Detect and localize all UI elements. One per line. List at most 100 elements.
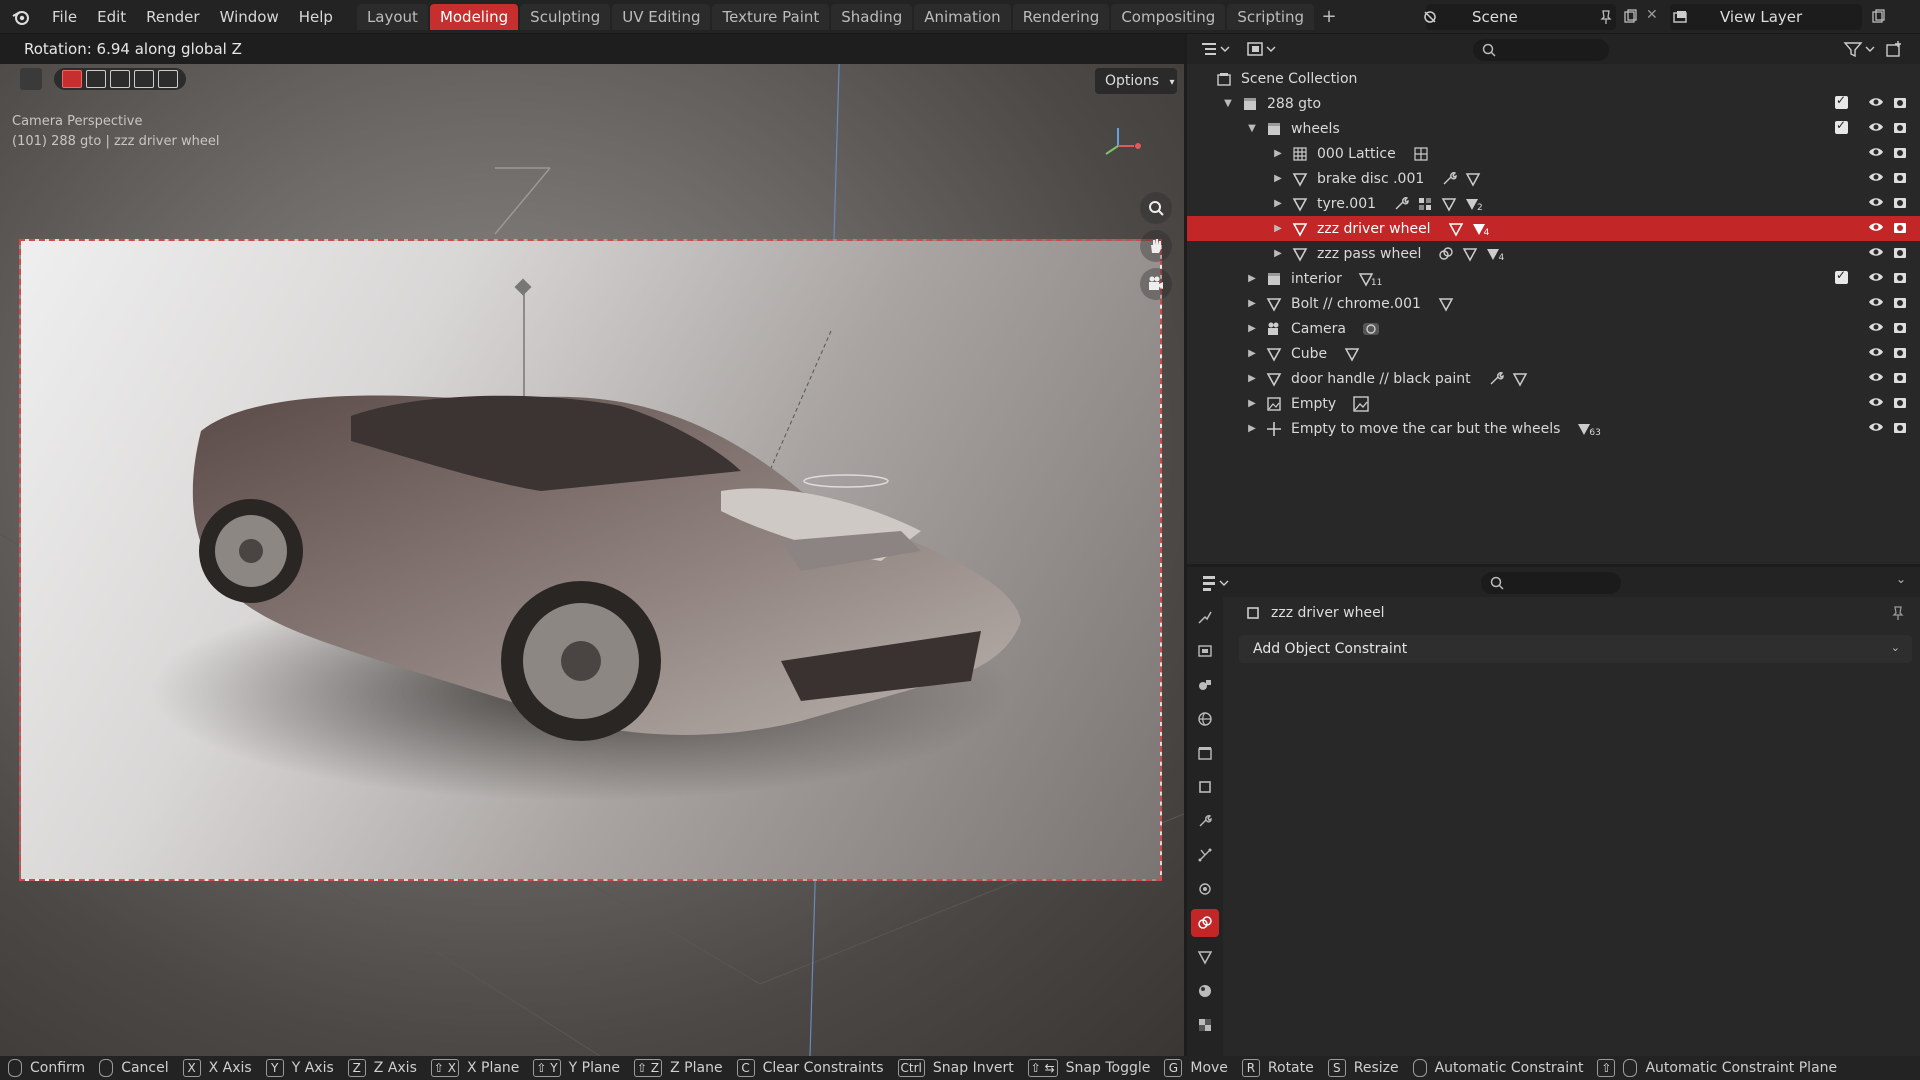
menu-file[interactable]: File [42, 0, 87, 34]
eye-icon[interactable] [1868, 344, 1884, 360]
eye-icon[interactable] [1868, 169, 1884, 185]
editor-type-icon[interactable] [1201, 574, 1231, 592]
expand-arrow-icon[interactable]: ▶ [1271, 173, 1285, 184]
mesh-children-icon[interactable]: 11 [1358, 270, 1382, 288]
display-mode-icon[interactable] [1247, 41, 1277, 57]
expand-arrow-icon[interactable]: ▶ [1271, 248, 1285, 259]
expand-arrow-icon[interactable]: ▶ [1245, 323, 1259, 334]
eye-icon[interactable] [1868, 219, 1884, 235]
expand-arrow-icon[interactable]: ▶ [1271, 223, 1285, 234]
menu-edit[interactable]: Edit [87, 0, 136, 34]
menu-help[interactable]: Help [289, 0, 343, 34]
add-workspace-button[interactable]: + [1318, 6, 1340, 28]
render-camera-icon[interactable] [1892, 369, 1908, 385]
outliner-row-288-gto[interactable]: ▼ 288 gto [1187, 91, 1920, 116]
expand-arrow-icon[interactable]: ▶ [1271, 198, 1285, 209]
tab-output[interactable] [1191, 671, 1219, 699]
expand-arrow-icon[interactable]: ▶ [1245, 273, 1259, 284]
expand-arrow-icon[interactable]: ▶ [1245, 398, 1259, 409]
tab-sculpting[interactable]: Sculpting [520, 3, 611, 30]
outliner-row-tyre[interactable]: ▶ tyre.001 2 [1187, 191, 1920, 216]
mesh-children-icon[interactable]: 63 [1576, 420, 1601, 438]
eye-icon[interactable] [1868, 269, 1884, 285]
3d-viewport[interactable]: Rotation: 6.94 along global Z Options ▾ … [0, 34, 1184, 1056]
collapse-arrow-icon[interactable]: ▼ [1245, 123, 1259, 134]
close-scene-icon[interactable]: ✕ [1646, 7, 1658, 23]
tab-particles[interactable] [1191, 841, 1219, 869]
eye-icon[interactable] [1868, 419, 1884, 435]
select-new-button[interactable] [62, 70, 82, 88]
mesh-data-icon[interactable] [1511, 370, 1529, 388]
view-layer-field[interactable]: View Layer [1670, 4, 1885, 30]
tab-animation[interactable]: Animation [914, 3, 1011, 30]
new-collection-icon[interactable] [1885, 40, 1903, 58]
menu-render[interactable]: Render [136, 0, 209, 34]
render-camera-icon[interactable] [1892, 344, 1908, 360]
expand-arrow-icon[interactable]: ▶ [1271, 148, 1285, 159]
outliner-row-scene-collection[interactable]: Scene Collection [1187, 66, 1920, 91]
constraint-icon[interactable] [1437, 245, 1455, 263]
eye-icon[interactable] [1868, 144, 1884, 160]
exclude-checkbox[interactable] [1835, 118, 1848, 134]
mesh-data-icon[interactable] [1447, 220, 1465, 238]
outliner-row-interior[interactable]: ▶ interior 11 [1187, 266, 1920, 291]
tab-texture-paint[interactable]: Texture Paint [712, 3, 830, 30]
mesh-data-icon[interactable] [1440, 195, 1458, 213]
expand-arrow-icon[interactable]: ▶ [1245, 298, 1259, 309]
tab-material[interactable] [1191, 977, 1219, 1005]
eye-icon[interactable] [1868, 294, 1884, 310]
eye-icon[interactable] [1868, 94, 1884, 110]
tab-rendering[interactable]: Rendering [1012, 3, 1110, 30]
mesh-data-icon[interactable] [1464, 170, 1482, 188]
eye-icon[interactable] [1868, 319, 1884, 335]
add-object-constraint-button[interactable]: Add Object Constraint ⌄ [1239, 635, 1912, 663]
tab-object[interactable] [1191, 773, 1219, 801]
outliner-row-zzz-pass-wheel[interactable]: ▶ zzz pass wheel 4 [1187, 241, 1920, 266]
image-data-icon[interactable] [1352, 395, 1370, 413]
tab-render[interactable] [1191, 637, 1219, 665]
eye-icon[interactable] [1868, 369, 1884, 385]
tab-texture[interactable] [1191, 1011, 1219, 1039]
render-camera-icon[interactable] [1892, 194, 1908, 210]
outliner-row-empty[interactable]: ▶ Empty [1187, 391, 1920, 416]
outliner-search-input[interactable] [1473, 39, 1609, 61]
render-camera-icon[interactable] [1892, 144, 1908, 160]
select-subtract-button[interactable] [110, 70, 130, 88]
eye-icon[interactable] [1868, 119, 1884, 135]
wrench-icon[interactable] [1487, 370, 1505, 388]
scene-field[interactable]: Scene ✕ [1424, 4, 1658, 30]
navigation-gizmo-icon[interactable] [1096, 110, 1150, 160]
camera-data-icon[interactable] [1362, 320, 1380, 338]
material-slots-icon[interactable] [1416, 195, 1434, 213]
tab-scripting[interactable]: Scripting [1227, 3, 1315, 30]
render-camera-icon[interactable] [1892, 269, 1908, 285]
tab-object-constraints[interactable] [1191, 909, 1219, 937]
tab-modeling[interactable]: Modeling [429, 3, 519, 30]
outliner-row-000-lattice[interactable]: ▶ 000 Lattice [1187, 141, 1920, 166]
outliner-row-brake-disc[interactable]: ▶ brake disc .001 [1187, 166, 1920, 191]
new-view-layer-icon[interactable] [1870, 9, 1886, 25]
wrench-icon[interactable] [1392, 195, 1410, 213]
outliner-row-bolt-chrome[interactable]: ▶ Bolt // chrome.001 [1187, 291, 1920, 316]
camera-view-icon[interactable] [1140, 268, 1172, 300]
eye-icon[interactable] [1868, 244, 1884, 260]
eye-icon[interactable] [1868, 194, 1884, 210]
outliner-row-wheels[interactable]: ▼ wheels [1187, 116, 1920, 141]
expand-arrow-icon[interactable]: ▶ [1245, 373, 1259, 384]
render-camera-icon[interactable] [1892, 394, 1908, 410]
properties-search-input[interactable] [1481, 572, 1621, 594]
options-dropdown[interactable]: Options ▾ [1095, 68, 1177, 94]
pan-hand-icon[interactable] [1140, 230, 1172, 262]
tab-data[interactable] [1191, 943, 1219, 971]
editor-type-icon[interactable] [1201, 41, 1231, 57]
outliner-row-zzz-driver-wheel[interactable]: ▶ zzz driver wheel 4 [1187, 216, 1920, 241]
chevron-down-icon[interactable]: ⌄ [1896, 572, 1906, 586]
render-camera-icon[interactable] [1892, 294, 1908, 310]
render-camera-icon[interactable] [1892, 169, 1908, 185]
tab-world[interactable] [1191, 705, 1219, 733]
render-camera-icon[interactable] [1892, 244, 1908, 260]
select-extend-button[interactable] [86, 70, 106, 88]
exclude-checkbox[interactable] [1835, 93, 1848, 109]
tab-shading[interactable]: Shading [831, 3, 913, 30]
select-intersect-button[interactable] [158, 70, 178, 88]
